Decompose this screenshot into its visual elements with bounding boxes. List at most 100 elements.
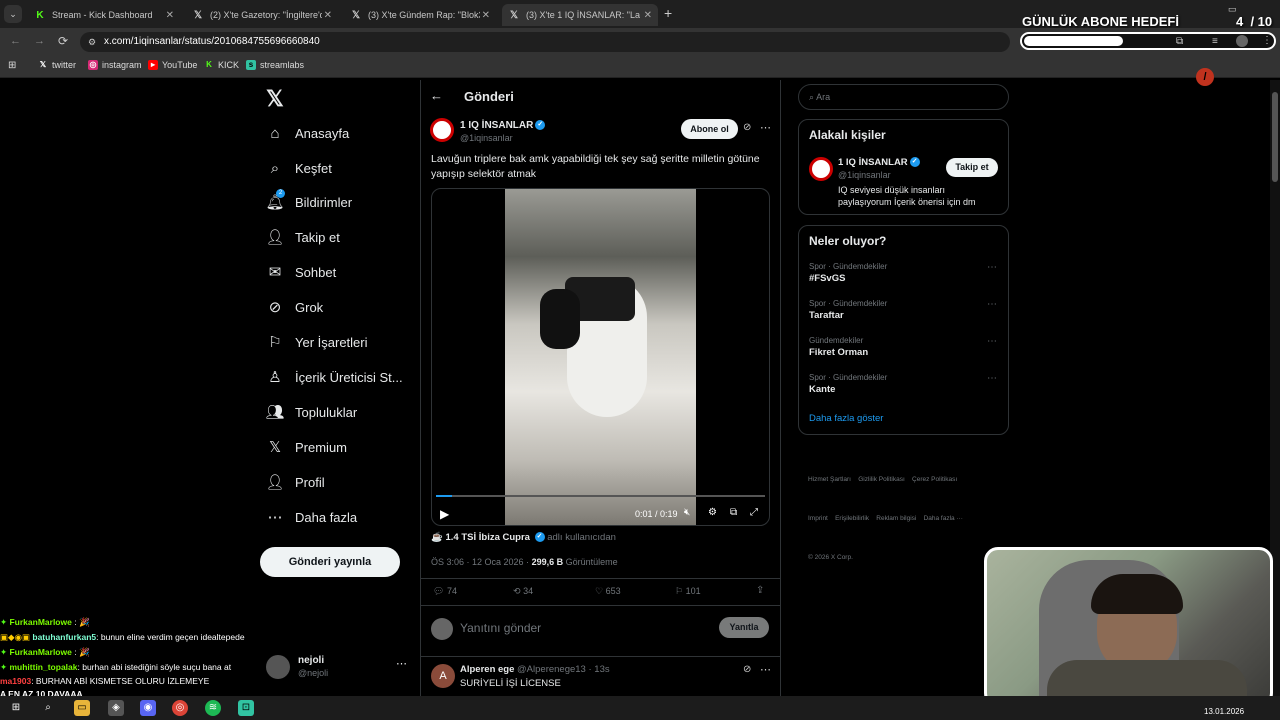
- fullscreen-icon[interactable]: ⤢: [750, 507, 758, 518]
- video-scrubber[interactable]: [436, 495, 765, 497]
- profile-icon[interactable]: [1236, 35, 1248, 47]
- tab-search-button[interactable]: ⌄: [4, 5, 22, 23]
- nav-grok[interactable]: ⊘ Grok: [266, 298, 323, 316]
- file-explorer-icon[interactable]: ▭: [74, 700, 90, 716]
- trend-item[interactable]: Spor · Gündemdekiler #FSvGS ⋯: [809, 262, 999, 284]
- reply-input[interactable]: Yanıtını gönder: [460, 621, 700, 635]
- related-name[interactable]: 1 IQ İNSANLAR ✓: [838, 157, 920, 168]
- mute-icon[interactable]: 🔇︎: [684, 507, 690, 518]
- nav-home[interactable]: ⌂ Anasayfa: [266, 124, 349, 142]
- reply-submit-button[interactable]: Yanıtla: [719, 617, 769, 638]
- spotify-icon[interactable]: ≋: [205, 700, 221, 716]
- share-icon[interactable]: ⇪: [756, 585, 764, 596]
- settings-icon[interactable]: ⚙: [708, 507, 717, 518]
- nav-creator-studio[interactable]: ♙ İçerik Üreticisi St...: [266, 368, 402, 386]
- trend-item[interactable]: Spor · Gündemdekiler Taraftar ⋯: [809, 299, 999, 321]
- bookmark-twitter[interactable]: 𝕏twitter: [38, 60, 76, 70]
- more-icon[interactable]: ⋯: [760, 121, 771, 134]
- related-handle[interactable]: @1iqinsanlar: [838, 170, 891, 180]
- trend-item[interactable]: Gündemdekiler Fikret Orman ⋯: [809, 336, 999, 358]
- post-time[interactable]: ÖS 3:06 · 12 Oca 2026 ·: [431, 557, 529, 567]
- address-bar[interactable]: ⚙ x.com/1iqinsanlar/status/2010684755696…: [80, 32, 1010, 52]
- media-icon[interactable]: ≡: [1212, 36, 1218, 47]
- windows-start-icon[interactable]: ⊞: [8, 700, 24, 716]
- reply-author-avatar[interactable]: A: [431, 664, 455, 688]
- bookmark-streamlabs[interactable]: s streamlabs: [246, 60, 304, 70]
- more-icon[interactable]: ⋯: [396, 657, 407, 670]
- search-input[interactable]: ⌕ Ara: [798, 84, 1009, 110]
- grok-icon[interactable]: ⊘: [743, 664, 751, 675]
- account-name: nejoli: [298, 655, 325, 666]
- creator-icon: ♙: [268, 369, 282, 386]
- nav-notifications[interactable]: 🔔︎ 2 Bildirimler: [265, 189, 352, 211]
- app-icon[interactable]: ◈: [108, 700, 124, 716]
- close-icon[interactable]: ✕: [324, 10, 332, 21]
- related-avatar[interactable]: [809, 157, 833, 181]
- account-switcher[interactable]: nejoli @nejoli ⋯: [266, 653, 412, 683]
- chrome-icon[interactable]: ◎: [172, 700, 188, 716]
- bookmark-button[interactable]: ⚐ 101: [675, 586, 701, 597]
- more-icon[interactable]: ⋯: [987, 299, 997, 310]
- reply-handle[interactable]: @Alperenege13 · 13s: [517, 664, 610, 675]
- nav-premium[interactable]: 𝕏 Premium: [266, 438, 347, 456]
- close-icon[interactable]: ✕: [482, 10, 490, 21]
- post-button[interactable]: Gönderi yayınla: [260, 547, 400, 577]
- author-name[interactable]: 1 IQ İNSANLAR ✓: [460, 120, 546, 131]
- streamlabs-icon[interactable]: ⊡: [238, 700, 254, 716]
- bookmark-kick[interactable]: K KICK: [204, 60, 239, 70]
- nav-more[interactable]: ⋯ Daha fazla: [266, 508, 358, 526]
- bookmark-instagram[interactable]: ◎ instagram: [88, 60, 142, 70]
- nav-follow[interactable]: 👤︎ Takip et: [265, 228, 339, 246]
- close-icon[interactable]: ✕: [166, 10, 174, 21]
- more-icon[interactable]: ⋯: [987, 373, 997, 384]
- subscribe-button[interactable]: Abone ol: [681, 119, 738, 139]
- back-arrow-icon[interactable]: ←: [430, 88, 443, 103]
- menu-icon[interactable]: ⋮: [1262, 35, 1272, 46]
- x-icon: 𝕏: [193, 9, 203, 21]
- footer-line[interactable]: Imprint Erişilebilirlik Reklam bilgisi D…: [808, 512, 963, 525]
- footer-line[interactable]: Hizmet Şartları Gizlilik Politikası Çere…: [808, 473, 963, 486]
- discord-icon[interactable]: ◉: [140, 700, 156, 716]
- more-icon[interactable]: ⋯: [987, 262, 997, 273]
- tab-1iq-insanlar[interactable]: 𝕏 (3) X'te 1 IQ İNSANLAR: "Lavuğ ✕: [502, 4, 658, 26]
- follow-button[interactable]: Takip et: [946, 158, 998, 177]
- bookmark-youtube[interactable]: ▸ YouTube: [148, 60, 197, 70]
- video-player[interactable]: ▶ 0:01 / 0:19 🔇︎ ⚙ ⧉ ⤢: [431, 188, 770, 526]
- like-button[interactable]: ♡ 653: [595, 586, 621, 597]
- back-icon[interactable]: ←: [10, 35, 21, 47]
- trend-item[interactable]: Spor · Gündemdekiler Kante ⋯: [809, 373, 999, 395]
- grok-icon[interactable]: ⊘: [743, 122, 751, 133]
- tab-kick-dashboard[interactable]: K Stream - Kick Dashboard ✕: [28, 4, 180, 26]
- tag-text: 1.4 TSİ İbiza Cupra: [445, 532, 530, 543]
- reply-name[interactable]: Alperen ege: [460, 664, 514, 675]
- x-logo-icon[interactable]: 𝕏: [266, 86, 284, 112]
- close-icon[interactable]: ✕: [644, 10, 652, 21]
- nav-profile[interactable]: 👤︎ Profil: [265, 473, 324, 491]
- chat-message: ✦ FurkanMarlowe : 🎉: [0, 617, 90, 628]
- instagram-icon: ◎: [88, 60, 98, 70]
- show-more-link[interactable]: Daha fazla göster: [809, 413, 883, 424]
- tagged-line[interactable]: ☕ 1.4 TSİ İbiza Cupra ✓ adlı kullanıcıda…: [431, 532, 616, 543]
- nav-chat[interactable]: ✉ Sohbet: [266, 263, 337, 281]
- repost-button[interactable]: ⟲ 34: [513, 586, 533, 597]
- forward-icon[interactable]: →: [34, 35, 45, 47]
- nav-explore[interactable]: ⌕ Keşfet: [266, 159, 332, 177]
- scrollbar-thumb[interactable]: [1272, 92, 1278, 182]
- play-icon[interactable]: ▶: [440, 507, 449, 521]
- reply-button[interactable]: 💬︎ 74: [433, 586, 457, 597]
- nav-bookmarks[interactable]: ⚐ Yer İşaretleri: [266, 333, 367, 351]
- extensions-icon[interactable]: ⧉: [1176, 36, 1183, 47]
- tab-gundem-rap[interactable]: 𝕏 (3) X'te Gündem Rap: "Blok3, b ✕: [344, 4, 496, 26]
- apps-icon[interactable]: ⊞: [8, 60, 16, 71]
- tab-gazetory[interactable]: 𝕏 (2) X'te Gazetory: "İngiltere'den ✕: [186, 4, 338, 26]
- nav-communities[interactable]: 👥︎ Topluluklar: [265, 403, 357, 421]
- pip-icon[interactable]: ⧉: [730, 507, 737, 518]
- author-avatar[interactable]: [430, 118, 454, 142]
- more-icon[interactable]: ⋯: [987, 336, 997, 347]
- new-tab-button[interactable]: +: [664, 5, 672, 21]
- reload-icon[interactable]: ⟳: [58, 34, 68, 48]
- search-icon[interactable]: ⌕: [40, 700, 56, 716]
- author-handle[interactable]: @1iqinsanlar: [460, 133, 513, 143]
- site-info-icon[interactable]: ⚙: [88, 32, 96, 52]
- more-icon[interactable]: ⋯: [760, 663, 771, 676]
